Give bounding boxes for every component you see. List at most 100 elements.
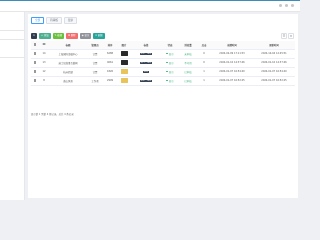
row-checkbox[interactable]	[31, 58, 39, 68]
cell-views: 未审核	[179, 49, 197, 59]
cell-created: 2024-02-09 17:11:53	[211, 49, 253, 59]
cell-image	[117, 58, 131, 68]
tag-badge: 推荐	[146, 79, 153, 83]
table-row[interactable]: 12 杭州西湖 订票 1826 推荐 显示 已审核 1 2024-01-07 1…	[31, 67, 295, 77]
cell-weigh: 2999	[103, 76, 117, 86]
cell-admin: 工作者	[87, 76, 103, 86]
sidebar	[0, 12, 25, 200]
status-text: 显示	[168, 52, 174, 56]
table-tools: ☰ ▾	[281, 33, 294, 39]
image-thumbnail[interactable]	[120, 69, 128, 74]
tab-all[interactable]: 全部	[31, 17, 45, 24]
cell-admin: 订票	[87, 58, 103, 68]
cell-title: 迪士尼故事互联网	[49, 58, 87, 68]
cell-status: 显示	[161, 76, 179, 86]
cell-created: 2024-01-07 16:54:40	[211, 67, 253, 77]
image-thumbnail[interactable]	[120, 78, 128, 83]
data-table: ID 标题 管理员 排序 图片 标签 状态 浏览量 点击 创建时间 更新时间 1…	[31, 41, 295, 86]
select-all-checkbox[interactable]	[31, 41, 39, 50]
tag-badge: 默认	[139, 79, 146, 83]
filter-tabs: 全部 待审核 显示	[31, 17, 78, 24]
chevron-down-icon[interactable]: ▾	[288, 33, 294, 39]
toolbar: ⟳ + 添加 ✎ 编辑 ✖ 删除 ◉ 显示 ⟳ 刷新	[31, 33, 105, 39]
cell-title: 上海国际金融中心	[49, 49, 87, 59]
cell-updated: 2024-10-04 12:45:51	[253, 49, 295, 59]
refresh-icon[interactable]: ⟳	[31, 33, 37, 39]
table-row[interactable]: 8 黄山风景 工作者 2999 默认 推荐 显示 已审核 1 2024-01-07…	[31, 76, 295, 86]
sidebar-divider	[0, 39, 25, 40]
cell-title: 黄山风景	[49, 76, 87, 86]
cell-clicks: 1	[197, 67, 211, 77]
cell-status: 显示	[161, 67, 179, 77]
cell-status: 显示	[161, 49, 179, 59]
column-header[interactable]: 标题	[49, 41, 87, 50]
column-header[interactable]: 状态	[161, 41, 179, 50]
column-header[interactable]: 更新时间	[253, 41, 295, 50]
column-header[interactable]: 点击	[197, 41, 211, 50]
add-button[interactable]: + 添加	[39, 33, 51, 39]
sidebar-divider	[0, 57, 25, 58]
cell-clicks: 0	[197, 49, 211, 59]
tag-badge: 推荐	[146, 61, 153, 65]
main-panel: 全部 待审核 显示 ⟳ + 添加 ✎ 编辑 ✖ 删除 ◉ 显示 ⟳ 刷新 ☰ ▾…	[28, 14, 298, 198]
status-text: 显示	[168, 61, 174, 65]
reload-button[interactable]: ⟳ 刷新	[93, 33, 105, 39]
cell-id: 8	[39, 76, 49, 86]
tag-badge: 推荐	[146, 52, 153, 56]
cell-id: 12	[39, 67, 49, 77]
row-checkbox[interactable]	[31, 76, 39, 86]
image-thumbnail[interactable]	[120, 51, 128, 56]
header-icon[interactable]	[291, 4, 294, 7]
cell-created: 2024-01-07 16:52:25	[211, 76, 253, 86]
cell-weigh: 6288	[103, 49, 117, 59]
cell-tags: 默认 推荐	[131, 76, 161, 86]
cell-id: 14	[39, 49, 49, 59]
cell-views: 已审核	[179, 76, 197, 86]
column-header[interactable]: 浏览量	[179, 41, 197, 50]
table-row[interactable]: 13 迪士尼故事互联网 订票 4061 热门 推荐 显示 不可用 0 2024-0…	[31, 58, 295, 68]
header-icon[interactable]	[279, 4, 282, 7]
cell-weigh: 4061	[103, 58, 117, 68]
cell-tags: 默认 推荐	[131, 49, 161, 59]
cell-clicks: 0	[197, 58, 211, 68]
tag-badge: 热门	[139, 61, 146, 65]
column-header[interactable]: 创建时间	[211, 41, 253, 50]
cell-image	[117, 76, 131, 86]
cell-updated: 2024-01-10 14:37:46	[253, 58, 295, 68]
cell-weigh: 1826	[103, 67, 117, 77]
status-text: 显示	[168, 79, 174, 83]
delete-button[interactable]: ✖ 删除	[66, 33, 78, 39]
row-checkbox[interactable]	[31, 49, 39, 59]
top-accent-bar	[0, 0, 300, 2]
sidebar-divider	[0, 30, 25, 31]
row-checkbox[interactable]	[31, 67, 39, 77]
tab-pending[interactable]: 待审核	[46, 17, 62, 24]
status-text: 显示	[168, 70, 174, 74]
header-actions	[279, 4, 294, 7]
tab-visible[interactable]: 显示	[63, 17, 78, 24]
table-row[interactable]: 14 上海国际金融中心 订票 6288 默认 推荐 显示 未审核 0 2024-0…	[31, 49, 295, 59]
top-header	[0, 0, 300, 12]
cell-id: 13	[39, 58, 49, 68]
cell-created: 2024-01-10 14:37:46	[211, 58, 253, 68]
header-icon[interactable]	[285, 4, 288, 7]
cell-image	[117, 49, 131, 59]
cell-tags: 推荐	[131, 67, 161, 77]
tag-badge: 默认	[139, 52, 146, 56]
edit-button[interactable]: ✎ 编辑	[52, 33, 65, 39]
cell-tags: 热门 推荐	[131, 58, 161, 68]
cell-status: 显示	[161, 58, 179, 68]
cell-admin: 订票	[87, 67, 103, 77]
column-header[interactable]: 管理员	[87, 41, 103, 50]
columns-icon[interactable]: ☰	[281, 33, 287, 39]
image-thumbnail[interactable]	[120, 60, 128, 65]
table-header-row: ID 标题 管理员 排序 图片 标签 状态 浏览量 点击 创建时间 更新时间	[31, 41, 295, 50]
column-header[interactable]: ID	[39, 41, 49, 50]
show-button[interactable]: ◉ 显示	[79, 33, 92, 39]
column-header[interactable]: 图片	[117, 41, 131, 50]
column-header[interactable]: 排序	[103, 41, 117, 50]
column-header[interactable]: 标签	[131, 41, 161, 50]
cell-clicks: 1	[197, 76, 211, 86]
cell-title: 杭州西湖	[49, 67, 87, 77]
cell-views: 不可用	[179, 58, 197, 68]
